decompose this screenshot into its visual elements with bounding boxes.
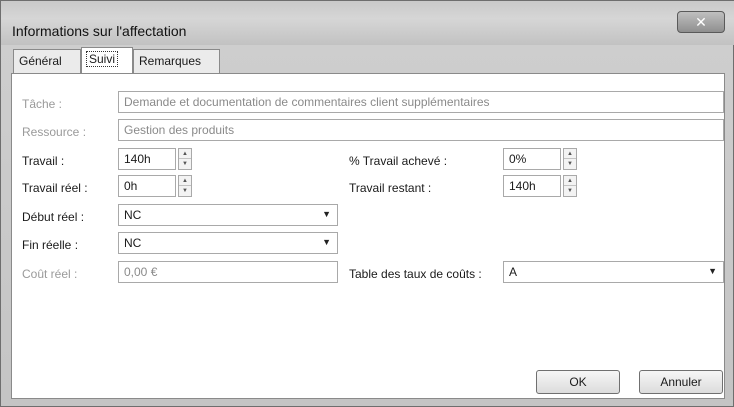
work-input[interactable]: 140h: [118, 148, 176, 170]
spin-up-icon[interactable]: ▲: [179, 176, 191, 186]
spin-down-icon[interactable]: ▼: [564, 159, 576, 169]
tab-suivi[interactable]: Suivi: [81, 47, 133, 73]
work-label: Travail :: [22, 154, 65, 168]
remaining-work-label: Travail restant :: [349, 181, 432, 195]
percent-work-complete-input[interactable]: 0%: [503, 148, 561, 170]
spin-down-icon[interactable]: ▼: [179, 186, 191, 196]
actual-start-label: Début réel :: [22, 210, 85, 224]
assignment-info-dialog: Informations sur l'affectation ✕ Général…: [0, 0, 734, 407]
cost-rate-table-label: Table des taux de coûts :: [349, 267, 482, 281]
actual-start-value: NC: [124, 208, 142, 222]
percent-work-complete-spinner[interactable]: ▲ ▼: [563, 148, 577, 170]
chevron-down-icon[interactable]: ▼: [322, 237, 331, 247]
actual-work-spinner[interactable]: ▲ ▼: [178, 175, 192, 197]
cancel-button[interactable]: Annuler: [639, 370, 723, 394]
actual-work-input[interactable]: 0h: [118, 175, 176, 197]
cost-rate-table-value: A: [509, 265, 518, 279]
spin-up-icon[interactable]: ▲: [564, 176, 576, 186]
chevron-down-icon[interactable]: ▼: [708, 266, 717, 276]
ok-button[interactable]: OK: [536, 370, 620, 394]
actual-cost-field: 0,00 €: [118, 261, 338, 283]
spin-up-icon[interactable]: ▲: [564, 149, 576, 159]
actual-cost-label: Coût réel :: [22, 267, 78, 281]
actual-work-label: Travail réel :: [22, 181, 88, 195]
task-label: Tâche :: [22, 97, 63, 111]
actual-start-dropdown[interactable]: NC ▼: [118, 204, 338, 226]
chevron-down-icon[interactable]: ▼: [322, 209, 331, 219]
title-bar: Informations sur l'affectation ✕: [1, 1, 734, 45]
actual-finish-dropdown[interactable]: NC ▼: [118, 232, 338, 254]
cost-rate-table-dropdown[interactable]: A ▼: [503, 261, 724, 283]
tab-general[interactable]: Général: [13, 49, 81, 73]
close-button[interactable]: ✕: [677, 11, 725, 33]
resource-field: Gestion des produits: [118, 119, 724, 141]
task-field: Demande et documentation de commentaires…: [118, 91, 724, 113]
work-spinner[interactable]: ▲ ▼: [178, 148, 192, 170]
remaining-work-spinner[interactable]: ▲ ▼: [563, 175, 577, 197]
dialog-title: Informations sur l'affectation: [12, 23, 187, 39]
resource-label: Ressource :: [22, 125, 87, 139]
actual-finish-label: Fin réelle :: [22, 238, 79, 252]
actual-finish-value: NC: [124, 236, 142, 250]
tab-panel-suivi: Tâche : Demande et documentation de comm…: [11, 73, 725, 399]
spin-down-icon[interactable]: ▼: [179, 159, 191, 169]
spin-up-icon[interactable]: ▲: [179, 149, 191, 159]
spin-down-icon[interactable]: ▼: [564, 186, 576, 196]
tab-remarques[interactable]: Remarques: [133, 49, 220, 73]
percent-work-complete-label: % Travail achevé :: [349, 154, 448, 168]
close-icon: ✕: [695, 13, 707, 30]
remaining-work-input[interactable]: 140h: [503, 175, 561, 197]
